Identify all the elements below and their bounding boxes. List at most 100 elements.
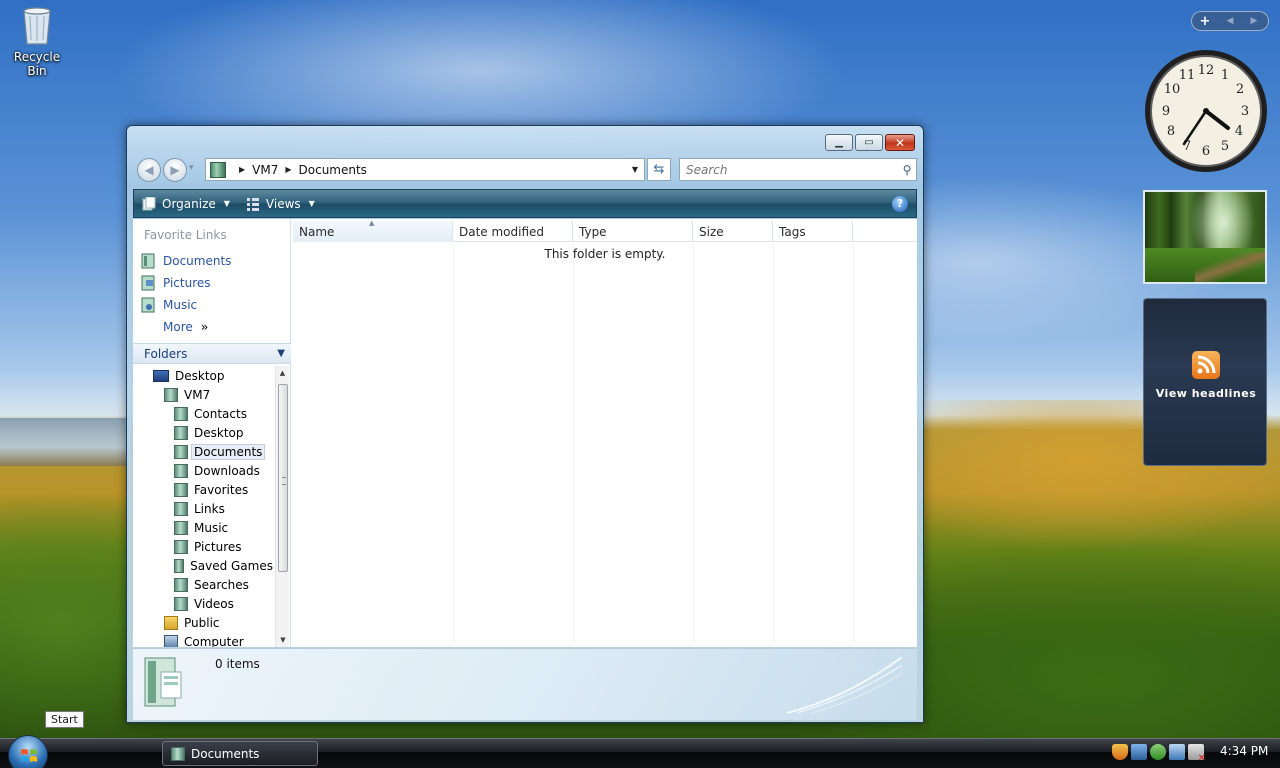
- previous-page-icon[interactable]: ◀: [1218, 16, 1242, 26]
- start-button[interactable]: [8, 735, 48, 768]
- feed-headlines-gadget[interactable]: View headlines: [1143, 298, 1267, 466]
- tree-item-searches[interactable]: Searches: [133, 575, 273, 594]
- svg-text:12: 12: [1198, 63, 1215, 78]
- favorite-link-documents[interactable]: Documents: [141, 250, 289, 272]
- views-button[interactable]: Views ▼: [238, 190, 323, 217]
- slideshow-gadget[interactable]: [1143, 190, 1267, 284]
- tree-item-music[interactable]: Music: [133, 518, 273, 537]
- favorite-links-more[interactable]: More ››: [141, 316, 289, 338]
- next-page-icon[interactable]: ▶: [1242, 16, 1266, 26]
- svg-text:9: 9: [1162, 104, 1170, 119]
- organize-label: Organize: [162, 196, 216, 211]
- maximize-button[interactable]: ▭: [855, 134, 883, 151]
- favorites-icon: [174, 482, 188, 497]
- tree-item-computer[interactable]: Computer: [133, 632, 273, 647]
- tree-item-label: Contacts: [194, 406, 247, 421]
- organize-button[interactable]: Organize ▼: [134, 190, 238, 217]
- search-icon[interactable]: ⚲: [898, 163, 916, 177]
- svg-text:10: 10: [1164, 82, 1181, 97]
- minimize-button[interactable]: ▁: [825, 134, 853, 151]
- address-dropdown-icon[interactable]: ▼: [632, 165, 638, 174]
- column-header-type[interactable]: Type: [573, 221, 693, 242]
- clock-gadget[interactable]: 12 1 2 3 4 5 6 7 8 9 10 11: [1143, 48, 1269, 174]
- column-header-label: Tags: [779, 224, 806, 239]
- favorite-link-music[interactable]: Music: [141, 294, 289, 316]
- tree-item-pictures[interactable]: Pictures: [133, 537, 273, 556]
- tree-item-label: Documents: [191, 443, 266, 460]
- favorite-link-label: Documents: [163, 254, 232, 268]
- column-header-label: Size: [699, 224, 724, 239]
- views-label: Views: [265, 196, 301, 211]
- tree-item-favorites[interactable]: Favorites: [133, 480, 273, 499]
- tree-item-desktop-folder[interactable]: Desktop: [133, 423, 273, 442]
- breadcrumb-separator-icon[interactable]: ▶: [239, 165, 245, 174]
- tree-item-desktop[interactable]: Desktop: [133, 366, 273, 385]
- tree-item-public[interactable]: Public: [133, 613, 273, 632]
- svg-text:6: 6: [1202, 144, 1210, 159]
- column-divider: [773, 243, 774, 643]
- close-button[interactable]: ✕: [885, 134, 915, 151]
- chevron-down-icon: ▼: [308, 199, 315, 208]
- tree-item-links[interactable]: Links: [133, 499, 273, 518]
- window-controls: ▁ ▭ ✕: [825, 134, 915, 151]
- links-icon: [174, 501, 188, 516]
- scroll-up-icon[interactable]: ▲: [276, 366, 289, 380]
- column-divider: [453, 243, 454, 643]
- back-arrow-icon: ◀: [144, 163, 154, 177]
- volume-muted-icon[interactable]: [1188, 744, 1206, 764]
- recycle-bin-label: Recycle Bin: [13, 50, 61, 78]
- tree-item-vm7[interactable]: VM7: [133, 385, 273, 404]
- taskbar-button-documents[interactable]: Documents: [162, 741, 318, 766]
- tree-item-contacts[interactable]: Contacts: [133, 404, 273, 423]
- column-divider: [853, 243, 854, 643]
- tree-item-label: Links: [194, 501, 225, 516]
- breadcrumb-separator-icon[interactable]: ▶: [285, 165, 291, 174]
- desktop-folder-icon: [174, 425, 188, 440]
- scrollbar-thumb[interactable]: [278, 384, 288, 572]
- decorative-swoosh: [786, 656, 903, 714]
- searches-icon: [174, 577, 188, 592]
- recent-pages-dropdown[interactable]: ▾: [189, 163, 194, 173]
- favorite-link-pictures[interactable]: Pictures: [141, 272, 289, 294]
- column-header-size[interactable]: Size: [693, 221, 773, 242]
- help-button[interactable]: ?: [892, 195, 908, 212]
- tree-item-videos[interactable]: Videos: [133, 594, 273, 613]
- explorer-window[interactable]: ▁ ▭ ✕ ◀ ▶ ▾ ▶ VM7 ▶ Documents ▼ ⇆ ⚲ Orga…: [126, 125, 924, 723]
- saved-games-icon: [174, 558, 185, 573]
- svg-text:4: 4: [1235, 124, 1243, 139]
- back-button[interactable]: ◀: [137, 158, 161, 182]
- tree-item-saved-games[interactable]: Saved Games: [133, 556, 273, 575]
- recycle-bin-icon: [20, 4, 54, 46]
- network-status-icon[interactable]: [1131, 744, 1147, 760]
- search-box[interactable]: ⚲: [679, 158, 917, 181]
- rss-icon: [1192, 351, 1220, 379]
- column-header-tags[interactable]: Tags: [773, 221, 853, 242]
- recycle-bin-desktop-icon[interactable]: Recycle Bin: [4, 2, 70, 78]
- more-label: More: [163, 320, 193, 334]
- network-connection-icon[interactable]: [1169, 744, 1185, 760]
- navigation-pane: Favorite Links Documents Pictures Music …: [133, 219, 291, 647]
- security-shield-icon[interactable]: [1112, 744, 1128, 760]
- tree-item-documents[interactable]: Documents: [133, 442, 273, 461]
- column-header-name[interactable]: ▲ Name: [293, 219, 453, 242]
- address-bar[interactable]: ▶ VM7 ▶ Documents ▼: [205, 158, 645, 181]
- svg-text:11: 11: [1179, 68, 1196, 83]
- taskbar-clock[interactable]: 4:34 PM: [1220, 744, 1268, 758]
- update-check-icon[interactable]: [1150, 744, 1166, 760]
- breadcrumb-documents[interactable]: Documents: [299, 163, 367, 177]
- tree-item-label: Saved Games: [190, 558, 273, 573]
- help-icon: ?: [896, 197, 904, 210]
- documents-folder-icon: [171, 746, 185, 761]
- breadcrumb-vm7[interactable]: VM7: [252, 163, 278, 177]
- refresh-button[interactable]: ⇆: [647, 158, 671, 181]
- folder-tree-scrollbar[interactable]: ▲ ▼: [275, 366, 289, 647]
- tree-item-downloads[interactable]: Downloads: [133, 461, 273, 480]
- file-list-pane[interactable]: ▲ Name Date modified Type Size Tags This…: [293, 219, 917, 647]
- column-header-date-modified[interactable]: Date modified: [453, 221, 573, 242]
- forward-button[interactable]: ▶: [163, 158, 187, 182]
- scroll-down-icon[interactable]: ▼: [276, 633, 290, 647]
- add-gadget-button[interactable]: +: [1192, 14, 1218, 29]
- view-headlines-label[interactable]: View headlines: [1144, 387, 1268, 400]
- folders-header[interactable]: Folders ▼: [133, 343, 291, 364]
- search-input[interactable]: [680, 159, 898, 180]
